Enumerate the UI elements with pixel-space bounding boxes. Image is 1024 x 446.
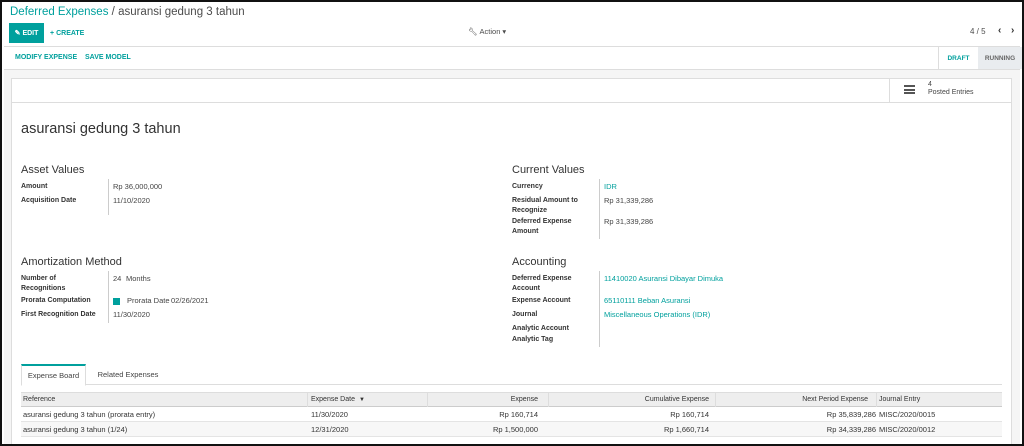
plus-icon: + <box>50 29 55 37</box>
analytic-tag-label: Analytic Tag <box>512 336 554 343</box>
pager-next-icon[interactable]: › <box>1011 25 1014 36</box>
accounting-title: Accounting <box>512 256 567 268</box>
breadcrumb-parent-link[interactable]: Deferred Expenses <box>10 6 108 18</box>
action-label: Action <box>479 27 501 36</box>
header-next-period-expense[interactable]: Next Period Expense <box>715 396 868 403</box>
amortization-divider <box>108 271 109 323</box>
prorata-checkbox[interactable] <box>113 298 120 305</box>
create-button[interactable]: + CREATE <box>50 23 84 43</box>
prorata-date-value[interactable]: 02/26/2021 <box>171 296 209 306</box>
recognitions-unit: Months <box>126 274 151 283</box>
breadcrumb: Deferred Expenses / asuransi gedung 3 ta… <box>10 6 245 18</box>
control-panel: Deferred Expenses / asuransi gedung 3 ta… <box>2 2 1022 46</box>
journal-label: Journal <box>512 311 538 318</box>
first-recognition-value[interactable]: 11/30/2020 <box>113 310 150 320</box>
form-sheet: 4 Posted Entries asuransi gedung 3 tahun… <box>11 78 1012 444</box>
amount-label: Amount <box>21 183 48 190</box>
tab-expense-board[interactable]: Expense Board <box>21 364 86 386</box>
amount-value[interactable]: Rp 36,000,000 <box>113 182 162 192</box>
header-journal-entry[interactable]: Journal Entry <box>879 396 920 403</box>
cell-expense-date: 11/30/2020 <box>311 410 348 419</box>
posted-entries-label: Posted Entries <box>928 89 974 96</box>
journal-link[interactable]: Miscellaneous Operations (IDR) <box>604 310 710 320</box>
first-recognition-label: First Recognition Date <box>21 311 96 318</box>
expense-account-link[interactable]: 65110111 Beban Asuransi <box>604 296 690 306</box>
tab-related-expenses[interactable]: Related Expenses <box>93 364 163 385</box>
header-cumulative-expense[interactable]: Cumulative Expense <box>548 396 709 403</box>
cell-expense-date: 12/31/2020 <box>311 425 349 434</box>
cell-journal-entry[interactable]: MISC/2020/0012 <box>879 425 935 434</box>
deferred-account-label-line1: Deferred Expense <box>512 275 572 282</box>
asset-values-title: Asset Values <box>21 164 85 176</box>
table-row[interactable]: asuransi gedung 3 tahun (prorata entry) … <box>21 407 1002 422</box>
wrench-icon: 🔧︎ <box>468 27 478 36</box>
cell-journal-entry[interactable]: MISC/2020/0015 <box>879 410 935 419</box>
header-expense[interactable]: Expense <box>427 396 538 403</box>
cell-cumulative-expense: Rp 160,714 <box>670 410 709 419</box>
pencil-icon: ✎ <box>14 30 21 37</box>
deferred-account-link[interactable]: 11410020 Asuransi Dibayar Dimuka <box>604 274 723 284</box>
table-row[interactable]: asuransi gedung 3 tahun (1/24) 12/31/202… <box>21 422 1002 437</box>
recognitions-value[interactable]: 24 <box>113 274 121 284</box>
record-title: asuransi gedung 3 tahun <box>21 121 181 137</box>
residual-label-line2: Recognize <box>512 207 548 214</box>
edit-button-label: EDIT <box>22 29 39 37</box>
acquisition-date-label: Acquisition Date <box>21 197 77 204</box>
create-button-label: CREATE <box>56 29 85 37</box>
stage-draft[interactable]: DRAFT <box>938 47 978 69</box>
cell-next-period-expense: Rp 35,839,286 <box>826 410 876 419</box>
modify-expense-button[interactable]: MODIFY EXPENSE <box>15 54 77 61</box>
asset-values-divider <box>108 179 109 215</box>
save-model-button[interactable]: SAVE MODEL <box>85 54 131 61</box>
prorata-computation-label: Prorata Computation <box>21 297 91 304</box>
expense-board-table: Reference Expense Date ▼ Expense Cumulat… <box>21 392 1002 437</box>
amortization-method-title: Amortization Method <box>21 256 122 268</box>
current-values-title: Current Values <box>512 164 585 176</box>
cell-expense: Rp 160,714 <box>499 410 538 419</box>
posted-entries-count: 4 <box>928 81 932 88</box>
header-expense-date[interactable]: Expense Date <box>311 396 355 403</box>
residual-value: Rp 31,339,286 <box>604 196 654 205</box>
header-separator <box>876 393 877 407</box>
expense-account-label: Expense Account <box>512 297 571 304</box>
recognitions-label-line2: Recognitions <box>21 285 66 292</box>
deferred-amount-label-line1: Deferred Expense <box>512 218 572 225</box>
cell-next-period-expense: Rp 34,339,286 <box>826 425 876 434</box>
sort-caret-icon[interactable]: ▼ <box>359 397 365 403</box>
caret-down-icon: ▾ <box>502 27 507 36</box>
action-dropdown[interactable]: 🔧︎ Action ▾ <box>468 27 506 36</box>
deferred-amount-value: Rp 31,339,286 <box>604 217 654 226</box>
currency-value[interactable]: IDR <box>604 182 617 192</box>
stage-running[interactable]: RUNNING <box>978 47 1022 69</box>
current-values-divider <box>599 179 600 239</box>
currency-label: Currency <box>512 183 543 190</box>
pager-value[interactable]: 4 / 5 <box>970 27 986 36</box>
button-box: 4 Posted Entries <box>12 79 1011 103</box>
table-header: Reference Expense Date ▼ Expense Cumulat… <box>21 392 1002 407</box>
prorata-date-label: Prorata Date <box>127 296 170 305</box>
edit-button[interactable]: ✎ EDIT <box>9 23 44 43</box>
statusbar: MODIFY EXPENSE SAVE MODEL DRAFT RUNNING <box>4 46 1022 70</box>
recognitions-label-line1: Number of <box>21 275 56 282</box>
window-frame: Deferred Expenses / asuransi gedung 3 ta… <box>0 0 1024 446</box>
cell-reference: asuransi gedung 3 tahun (1/24) <box>23 425 128 434</box>
deferred-account-label-line2: Account <box>512 285 540 292</box>
acquisition-date-value[interactable]: 11/10/2020 <box>113 196 150 206</box>
breadcrumb-current: asuransi gedung 3 tahun <box>118 6 245 18</box>
header-reference[interactable]: Reference <box>23 396 55 403</box>
accounting-divider <box>599 271 600 347</box>
analytic-account-label: Analytic Account <box>512 325 569 332</box>
deferred-amount-label-line2: Amount <box>512 228 539 235</box>
cell-reference: asuransi gedung 3 tahun (prorata entry) <box>23 410 156 419</box>
cell-expense: Rp 1,500,000 <box>492 425 538 434</box>
bars-icon <box>904 85 915 94</box>
posted-entries-button[interactable]: 4 Posted Entries <box>889 79 1011 103</box>
notebook-tabs: Expense Board Related Expenses <box>21 364 1002 386</box>
pager-previous-icon[interactable]: ‹ <box>998 25 1001 36</box>
residual-label-line1: Residual Amount to <box>512 197 578 204</box>
header-separator <box>307 393 308 407</box>
breadcrumb-separator: / <box>111 6 115 18</box>
cell-cumulative-expense: Rp 1,660,714 <box>663 425 709 434</box>
